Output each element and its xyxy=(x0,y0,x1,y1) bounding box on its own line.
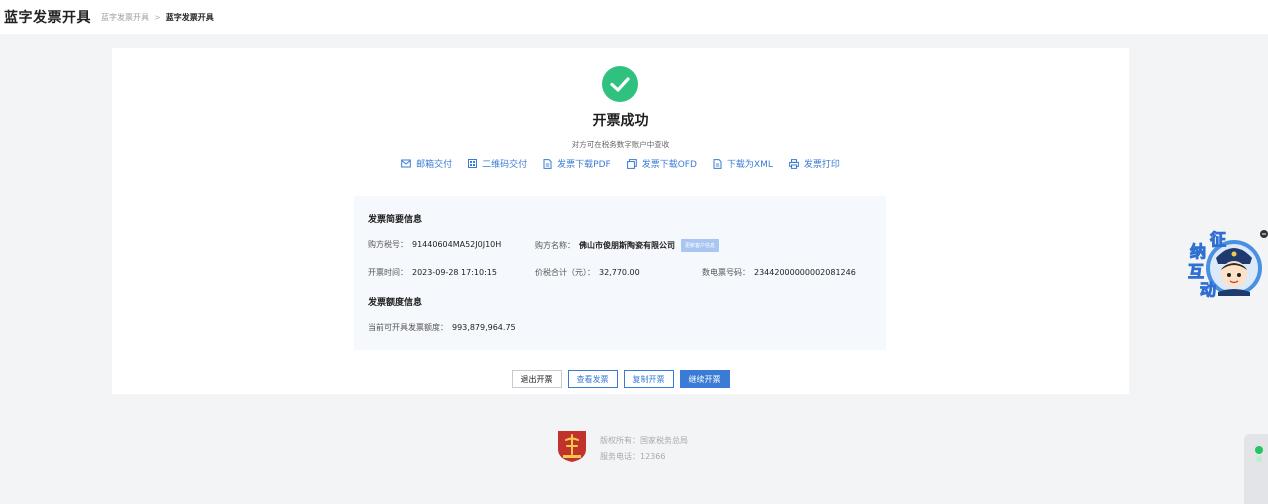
exit-invoicing-button[interactable]: 退出开票 xyxy=(511,370,562,388)
continue-invoicing-button[interactable]: 继续开票 xyxy=(679,370,730,388)
download-ofd-link[interactable]: 发票下载OFD xyxy=(626,157,697,170)
breadcrumb-link[interactable]: 蓝字发票开具 xyxy=(101,12,149,23)
mascot-char: 动 xyxy=(1199,280,1217,300)
available-quota-value: 993,879,964.75 xyxy=(452,323,516,332)
button-row: 退出开票 查看发票 复制开票 继续开票 xyxy=(112,370,1129,388)
available-quota-label: 当前可开具发票额度： xyxy=(368,323,448,332)
issue-time-field: 开票时间： 2023-09-28 17:10:15 xyxy=(368,267,497,278)
tax-emblem-icon xyxy=(556,429,588,463)
total-amount-label: 价税合计（元）： xyxy=(535,268,595,277)
invoice-number-field: 数电票号码： 23442000000002081246 xyxy=(702,267,856,278)
action-label: 下载为XML xyxy=(726,160,773,170)
interaction-mascot-widget[interactable]: 征 纳 互 动 xyxy=(1184,224,1268,304)
action-label: 二维码交付 xyxy=(482,160,528,170)
footer-copyright: 版权所有：国家税务总局 xyxy=(600,436,688,445)
email-delivery-link[interactable]: 邮箱交付 xyxy=(401,157,452,170)
app-title: 蓝字发票开具 xyxy=(4,10,91,26)
download-xml-link[interactable]: 下载为XML xyxy=(713,157,773,170)
qrcode-icon xyxy=(468,159,478,168)
status-dot-icon xyxy=(1256,456,1262,462)
quota-section-title: 发票额度信息 xyxy=(368,298,423,308)
file-copy-icon xyxy=(626,158,637,169)
footer-phone: 服务电话：12366 xyxy=(600,452,666,461)
action-label: 邮箱交付 xyxy=(416,160,453,170)
update-customer-button[interactable]: 更新客户信息 xyxy=(681,239,720,252)
total-amount-field: 价税合计（元）： 32,770.00 xyxy=(535,267,640,278)
issue-time-label: 开票时间： xyxy=(368,268,408,277)
breadcrumb: 蓝字发票开具 > 蓝字发票开具 xyxy=(101,12,214,23)
action-label: 发票打印 xyxy=(803,160,840,170)
buyer-name-value: 佛山市俊朋斯陶瓷有限公司 xyxy=(579,241,675,250)
side-status-widget[interactable] xyxy=(1244,434,1268,504)
copy-invoice-button[interactable]: 复制开票 xyxy=(623,370,674,388)
invoice-info-panel: 发票简要信息 购方税号： 91440604MA52J0J10H 购方名称： 佛山… xyxy=(354,196,886,350)
mascot-char: 征 xyxy=(1209,230,1227,250)
mail-icon xyxy=(401,159,411,168)
summary-section-title: 发票简要信息 xyxy=(368,215,423,225)
breadcrumb-current: 蓝字发票开具 xyxy=(165,12,214,22)
invoice-number-label: 数电票号码： xyxy=(702,268,750,277)
invoice-number-value: 23442000000002081246 xyxy=(754,268,856,277)
file-icon xyxy=(543,158,552,169)
buyer-name-label: 购方名称： xyxy=(535,241,575,250)
buyer-name-field: 购方名称： 佛山市俊朋斯陶瓷有限公司 更新客户信息 xyxy=(535,239,720,252)
success-subtitle: 对方可在税务数字账户中查收 xyxy=(571,140,670,149)
top-bar: 蓝字发票开具 蓝字发票开具 > 蓝字发票开具 xyxy=(0,0,1268,34)
status-dot-icon xyxy=(1255,446,1263,454)
success-title: 开票成功 xyxy=(592,113,649,129)
delivery-actions: 邮箱交付 二维码交付 发票下载PDF 发票下载OFD 下载为XML 发票打印 xyxy=(112,157,1129,170)
qrcode-delivery-link[interactable]: 二维码交付 xyxy=(468,157,527,170)
result-card: 开票成功 对方可在税务数字账户中查收 邮箱交付 二维码交付 发票下载PDF 发票… xyxy=(112,48,1129,394)
available-quota-field: 当前可开具发票额度： 993,879,964.75 xyxy=(368,322,516,333)
buyer-tax-id-label: 购方税号： xyxy=(368,240,408,249)
total-amount-value: 32,770.00 xyxy=(599,268,640,277)
buyer-tax-id-value: 91440604MA52J0J10H xyxy=(412,240,502,249)
action-label: 发票下载PDF xyxy=(557,160,611,170)
view-invoice-button[interactable]: 查看发票 xyxy=(567,370,618,388)
action-label: 发票下载OFD xyxy=(641,160,697,170)
check-circle-icon xyxy=(602,66,638,102)
issue-time-value: 2023-09-28 17:10:15 xyxy=(412,268,497,277)
breadcrumb-separator: > xyxy=(154,12,161,22)
print-invoice-link[interactable]: 发票打印 xyxy=(788,157,840,170)
file-icon xyxy=(713,158,722,169)
printer-icon xyxy=(788,158,799,169)
download-pdf-link[interactable]: 发票下载PDF xyxy=(543,157,611,170)
buyer-tax-id-field: 购方税号： 91440604MA52J0J10H xyxy=(368,239,501,250)
